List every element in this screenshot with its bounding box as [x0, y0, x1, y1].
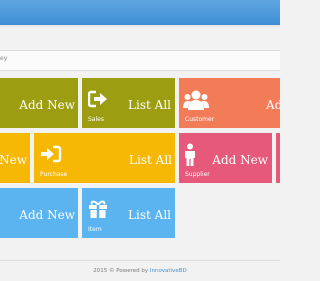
header-divider: [0, 25, 280, 27]
footer-copyright: 2015 © Powered by: [93, 268, 149, 274]
footer-brand-link[interactable]: InnovativeBD: [150, 268, 187, 274]
sign-in-icon: [41, 145, 62, 163]
purchase-add-new-button[interactable]: New: [0, 133, 30, 183]
users-icon: [183, 90, 209, 110]
items-caption: Item: [88, 226, 102, 233]
supplier-tile-button[interactable]: Add New Supplier: [179, 133, 272, 183]
footer: 2015 © Powered by InnovativeBD: [0, 260, 280, 281]
items-list-all-button[interactable]: List All Item: [82, 188, 175, 238]
header-bar: [0, 0, 280, 25]
breadcrumb: ey: [0, 50, 280, 71]
tile-edge: [276, 133, 280, 183]
sales-list-all-label: List All: [128, 98, 171, 112]
gift-icon: [89, 200, 107, 218]
purchase-list-all-button[interactable]: List All Purchase: [34, 133, 175, 183]
sales-add-new-label: Add New: [19, 98, 75, 112]
sales-list-all-button[interactable]: List All Sales: [82, 78, 175, 128]
items-add-new-button[interactable]: Add New: [0, 188, 78, 238]
purchase-caption: Purchase: [40, 171, 68, 178]
breadcrumb-text[interactable]: ey: [0, 55, 7, 62]
supplier-caption: Supplier: [185, 171, 210, 178]
sign-out-icon: [88, 90, 107, 108]
purchase-add-new-label: New: [0, 153, 27, 167]
purchase-list-all-label: List All: [129, 153, 172, 167]
items-list-all-label: List All: [128, 208, 171, 222]
supplier-add-new-label: Add New: [212, 153, 268, 167]
customer-caption: Customer: [185, 116, 215, 123]
person-icon: [185, 143, 195, 166]
customer-add-new-label: Ad: [266, 98, 280, 112]
sales-add-new-button[interactable]: Add New: [0, 78, 78, 128]
customer-tile-button[interactable]: Ad Customer: [179, 78, 280, 128]
sales-caption: Sales: [88, 116, 104, 123]
items-add-new-label: Add New: [19, 208, 75, 222]
